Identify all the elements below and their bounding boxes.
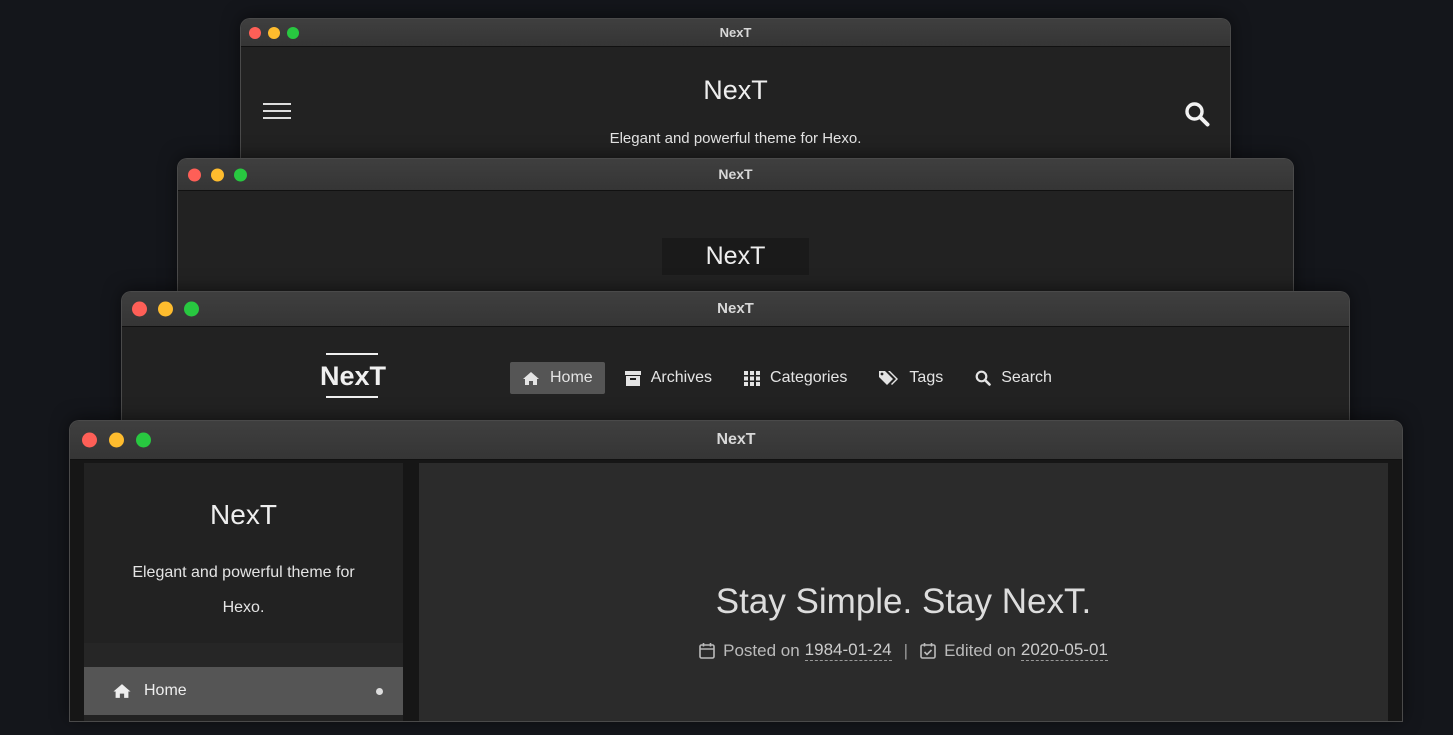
menu-item-label: Tags: [909, 369, 944, 386]
site-logo[interactable]: NexT: [320, 353, 387, 398]
close-window-button[interactable]: [82, 432, 97, 448]
logo-text: NexT: [320, 361, 387, 391]
main-content: Stay Simple. Stay NexT. Posted on 1984-0…: [419, 463, 1388, 721]
meta-separator: |: [903, 640, 909, 660]
zoom-window-button[interactable]: [234, 168, 247, 181]
calendar-check-icon: [920, 643, 936, 659]
site-subtitle: Elegant and powerful theme for Hexo.: [132, 564, 355, 616]
main-menu: Home Archives Categories Tags Search: [510, 362, 1072, 394]
menu-item-tags[interactable]: Tags: [867, 362, 955, 394]
window-muse-scheme: NexT NexT: [178, 159, 1293, 309]
menu-item-archives[interactable]: Archives: [613, 362, 724, 394]
window-titlebar: NexT: [241, 19, 1230, 47]
minimize-window-button[interactable]: [109, 432, 124, 448]
minimize-window-button[interactable]: [158, 301, 173, 317]
home-icon: [523, 371, 539, 385]
traffic-lights: [249, 26, 299, 39]
zoom-window-button[interactable]: [287, 26, 299, 39]
post-title[interactable]: Stay Simple. Stay NexT.: [419, 582, 1388, 622]
traffic-lights: [188, 168, 247, 181]
menu-item-label: Search: [1001, 369, 1052, 386]
minimize-window-button[interactable]: [268, 26, 280, 39]
edited-date: 2020-05-01: [1020, 640, 1108, 661]
site-brand[interactable]: NexT: [662, 238, 809, 275]
minimize-window-button[interactable]: [211, 168, 224, 181]
zoom-window-button[interactable]: [184, 301, 199, 317]
zoom-window-button[interactable]: [136, 432, 151, 448]
sidebar-item-home[interactable]: Home: [84, 667, 403, 715]
menu-item-home[interactable]: Home: [510, 362, 605, 394]
menu-item-label: Home: [550, 369, 593, 386]
menu-item-label: Categories: [770, 369, 848, 386]
search-icon: [975, 370, 992, 386]
site-subtitle: Elegant and powerful theme for Hexo.: [609, 130, 862, 147]
calendar-icon: [699, 643, 715, 659]
menu-item-categories[interactable]: Categories: [732, 362, 859, 394]
menu-item-label: Archives: [650, 369, 713, 386]
close-window-button[interactable]: [132, 301, 147, 317]
window-titlebar: NexT: [178, 159, 1293, 191]
window-body: NexT Elegant and powerful theme for Hexo…: [241, 47, 1230, 169]
sidebar-divider: [84, 643, 403, 667]
close-window-button[interactable]: [188, 168, 201, 181]
window-pisces-scheme: NexT NexT Elegant and powerful theme for…: [70, 421, 1402, 721]
hamburger-menu-icon[interactable]: [263, 103, 291, 123]
logo-bottom-line: [326, 396, 378, 398]
posted-label: Posted on: [723, 640, 800, 660]
window-title: NexT: [719, 25, 752, 40]
sidebar: NexT Elegant and powerful theme for Hexo…: [84, 463, 403, 721]
menu-item-search[interactable]: Search: [963, 362, 1064, 394]
archive-icon: [624, 370, 641, 386]
window-title: NexT: [718, 166, 753, 182]
window-mist-scheme: NexT NexT Home Archives Categories Tags …: [122, 292, 1349, 442]
window-mobile-scheme: NexT NexT Elegant and powerful theme for…: [241, 19, 1230, 169]
posted-date: 1984-01-24: [804, 640, 892, 661]
edited-label: Edited on: [944, 640, 1016, 660]
window-title: NexT: [717, 300, 754, 317]
stage: NexT NexT Elegant and powerful theme for…: [0, 0, 1453, 735]
search-icon[interactable]: [1184, 101, 1210, 127]
grid-icon: [744, 370, 761, 386]
close-window-button[interactable]: [249, 26, 261, 39]
site-title[interactable]: NexT: [241, 75, 1230, 106]
window-titlebar: NexT: [122, 292, 1349, 327]
site-title[interactable]: NexT: [84, 499, 403, 531]
active-indicator-dot: [376, 688, 383, 695]
window-titlebar: NexT: [70, 421, 1402, 460]
sidebar-item-label: Home: [144, 682, 187, 699]
tags-icon: [879, 371, 899, 385]
window-body: NexT Elegant and powerful theme for Hexo…: [70, 460, 1402, 721]
post-meta: Posted on 1984-01-24 | Edited on 2020-05…: [419, 640, 1388, 661]
traffic-lights: [132, 301, 199, 317]
window-title: NexT: [716, 431, 756, 448]
traffic-lights: [82, 432, 151, 448]
home-icon: [113, 684, 131, 698]
